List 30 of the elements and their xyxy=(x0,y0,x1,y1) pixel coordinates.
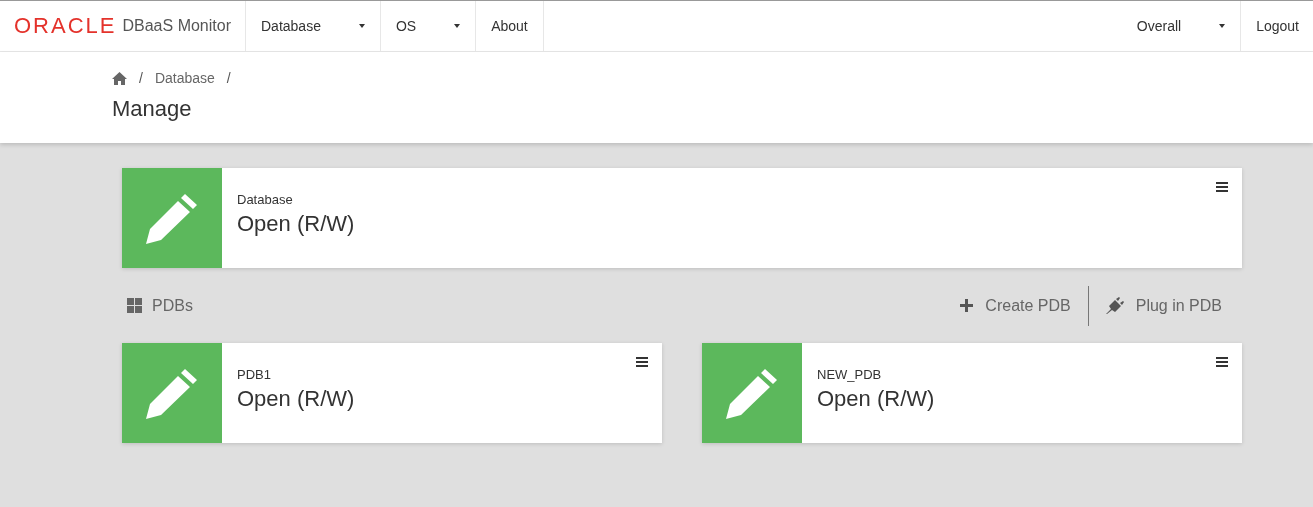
breadcrumb-separator: / xyxy=(226,70,231,86)
action-button[interactable]: Plug in PDB xyxy=(1090,288,1242,323)
pencil-icon xyxy=(725,367,779,419)
pencil-icon xyxy=(145,192,199,244)
pencil-icon xyxy=(145,367,199,419)
breadcrumb-link[interactable]: Database xyxy=(154,70,215,86)
nav-menu-item[interactable]: OS xyxy=(380,1,477,51)
menu-icon[interactable] xyxy=(1216,182,1228,192)
status-text: Open (R/W) xyxy=(237,386,355,412)
section-heading: PDBs xyxy=(152,296,193,315)
nav-menu-item[interactable]: Overall xyxy=(1121,1,1242,51)
status-text: Open (R/W) xyxy=(817,386,935,412)
card-label: PDB1 xyxy=(237,367,272,382)
breadcrumb-separator: / xyxy=(139,70,143,86)
grid-icon xyxy=(127,298,142,313)
plus-icon xyxy=(960,299,974,312)
logo[interactable]: ORACLE xyxy=(14,13,117,39)
menu-icon[interactable] xyxy=(636,357,648,367)
home-icon[interactable] xyxy=(112,71,127,85)
page-title: Manage xyxy=(112,96,193,122)
card-label: NEW_PDB xyxy=(817,367,883,382)
nav-menu-item[interactable]: About xyxy=(476,1,544,51)
nav-menu-item[interactable]: Logout xyxy=(1241,1,1313,51)
action-button[interactable]: Create PDB xyxy=(945,288,1086,323)
product-name[interactable]: DBaaS Monitor xyxy=(122,17,231,35)
nav-menu-item[interactable]: Database xyxy=(245,1,381,51)
plug-icon xyxy=(1105,297,1124,314)
status-text: Open (R/W) xyxy=(237,211,355,237)
card-label: Database xyxy=(237,192,294,207)
menu-icon[interactable] xyxy=(1216,357,1228,367)
